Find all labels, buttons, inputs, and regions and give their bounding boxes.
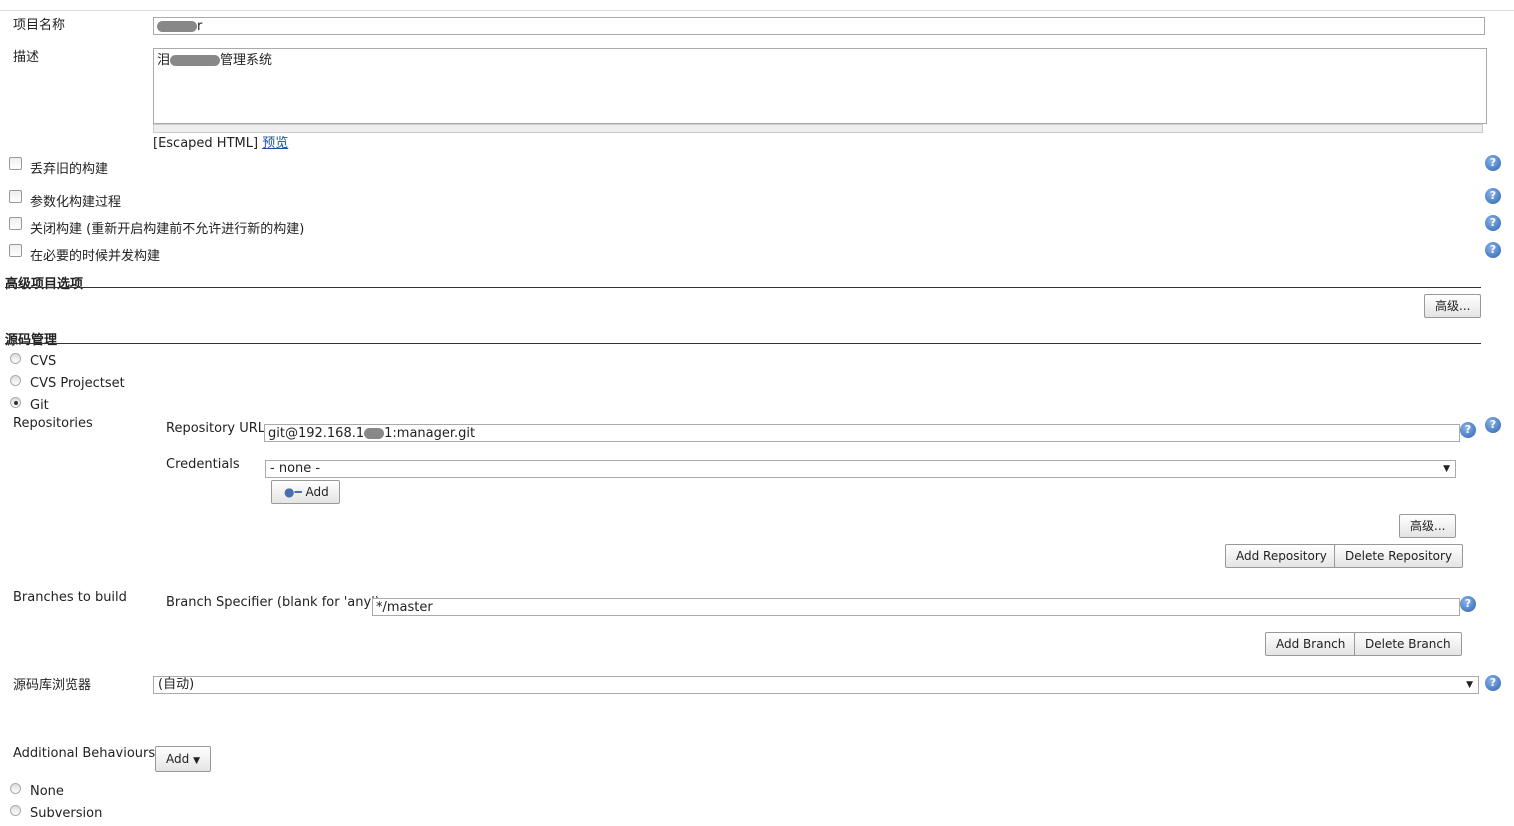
radio-label: None xyxy=(30,784,64,799)
checkbox-disable-build[interactable] xyxy=(9,217,22,230)
credentials-value: - none - xyxy=(270,461,321,476)
repo-browser-value: (自动) xyxy=(158,677,195,692)
top-divider xyxy=(0,10,1514,11)
dropdown-arrow-icon: ▼ xyxy=(1443,464,1450,474)
option-label: 关闭构建 (重新开启构建前不允许进行新的构建) xyxy=(30,222,305,237)
help-icon[interactable]: ? xyxy=(1460,422,1476,438)
radio-cvs-projectset[interactable] xyxy=(10,375,21,386)
section-divider xyxy=(5,287,1481,288)
radio-label: CVS Projectset xyxy=(30,376,125,391)
redaction xyxy=(157,21,197,32)
desc-prefix: 泪 xyxy=(157,53,171,68)
radio-label: CVS xyxy=(30,354,57,369)
help-icon[interactable]: ? xyxy=(1485,675,1501,691)
dropdown-arrow-icon: ▼ xyxy=(1466,680,1473,690)
repo-advanced-button[interactable]: 高级... xyxy=(1399,514,1457,538)
repo-browser-label: 源码库浏览器 xyxy=(13,678,92,693)
description-textarea[interactable]: 泪 管理系统 xyxy=(153,48,1487,124)
desc-suffix: 管理系统 xyxy=(220,53,273,68)
repo-url-input[interactable]: git@192.168.1 1:manager.git xyxy=(264,424,1460,442)
delete-branch-button[interactable]: Delete Branch xyxy=(1354,632,1462,656)
credentials-label: Credentials xyxy=(166,457,240,472)
radio-label: Subversion xyxy=(30,806,103,821)
redaction xyxy=(364,428,385,439)
option-label: 丢弃旧的构建 xyxy=(30,162,109,177)
checkbox-concurrent-build[interactable] xyxy=(9,244,22,257)
caret-down-icon: ▼ xyxy=(193,756,200,766)
preview-link[interactable]: 预览 xyxy=(262,136,288,151)
advanced-section-title: 高级项目选项 xyxy=(5,277,84,292)
radio-subversion[interactable] xyxy=(10,805,21,816)
branch-spec-label: Branch Specifier (blank for 'any') xyxy=(166,595,380,610)
repositories-label: Repositories xyxy=(13,416,93,431)
repo-url-suffix: 1:manager.git xyxy=(384,426,476,441)
delete-repository-button[interactable]: Delete Repository xyxy=(1334,544,1464,568)
radio-git[interactable] xyxy=(10,397,21,408)
option-label: 在必要的时候并发构建 xyxy=(30,249,161,264)
checkbox-parameterized[interactable] xyxy=(9,190,22,203)
key-icon: ●━ xyxy=(284,485,302,499)
textarea-resize-handle[interactable] xyxy=(153,124,1483,133)
radio-label: Git xyxy=(30,398,49,413)
project-name-value: r xyxy=(197,19,203,34)
help-icon[interactable]: ? xyxy=(1485,242,1501,258)
help-icon[interactable]: ? xyxy=(1485,188,1501,204)
help-icon[interactable]: ? xyxy=(1485,417,1501,433)
additional-behaviours-label: Additional Behaviours xyxy=(13,746,156,761)
add-behaviour-button[interactable]: Add ▼ xyxy=(155,746,211,772)
repo-browser-select[interactable]: (自动) ▼ xyxy=(153,676,1479,694)
repo-url-prefix: git@192.168.1 xyxy=(268,426,365,441)
section-divider xyxy=(5,343,1481,344)
add-branch-button[interactable]: Add Branch xyxy=(1265,632,1357,656)
project-name-label: 项目名称 xyxy=(13,18,66,33)
radio-cvs[interactable] xyxy=(10,353,21,364)
scm-section-title: 源码管理 xyxy=(5,333,58,348)
radio-none[interactable] xyxy=(10,783,21,794)
help-icon[interactable]: ? xyxy=(1460,596,1476,612)
add-label: Add xyxy=(166,752,190,766)
credentials-select[interactable]: - none - ▼ xyxy=(265,460,1456,478)
branches-label: Branches to build xyxy=(13,590,127,605)
escaped-html-note: [Escaped HTML] xyxy=(153,136,259,151)
branch-spec-input[interactable]: */master xyxy=(372,598,1460,616)
checkbox-discard-old-builds[interactable] xyxy=(9,157,22,170)
add-label: Add xyxy=(305,485,329,499)
help-icon[interactable]: ? xyxy=(1485,155,1501,171)
project-name-input[interactable]: r xyxy=(153,17,1485,35)
repo-url-label: Repository URL xyxy=(166,421,266,436)
add-repository-button[interactable]: Add Repository xyxy=(1225,544,1338,568)
help-icon[interactable]: ? xyxy=(1485,215,1501,231)
option-label: 参数化构建过程 xyxy=(30,195,122,210)
redaction xyxy=(170,55,221,66)
add-credentials-button[interactable]: ●━ Add xyxy=(271,480,340,504)
advanced-button[interactable]: 高级... xyxy=(1424,294,1482,318)
description-label: 描述 xyxy=(13,50,40,65)
